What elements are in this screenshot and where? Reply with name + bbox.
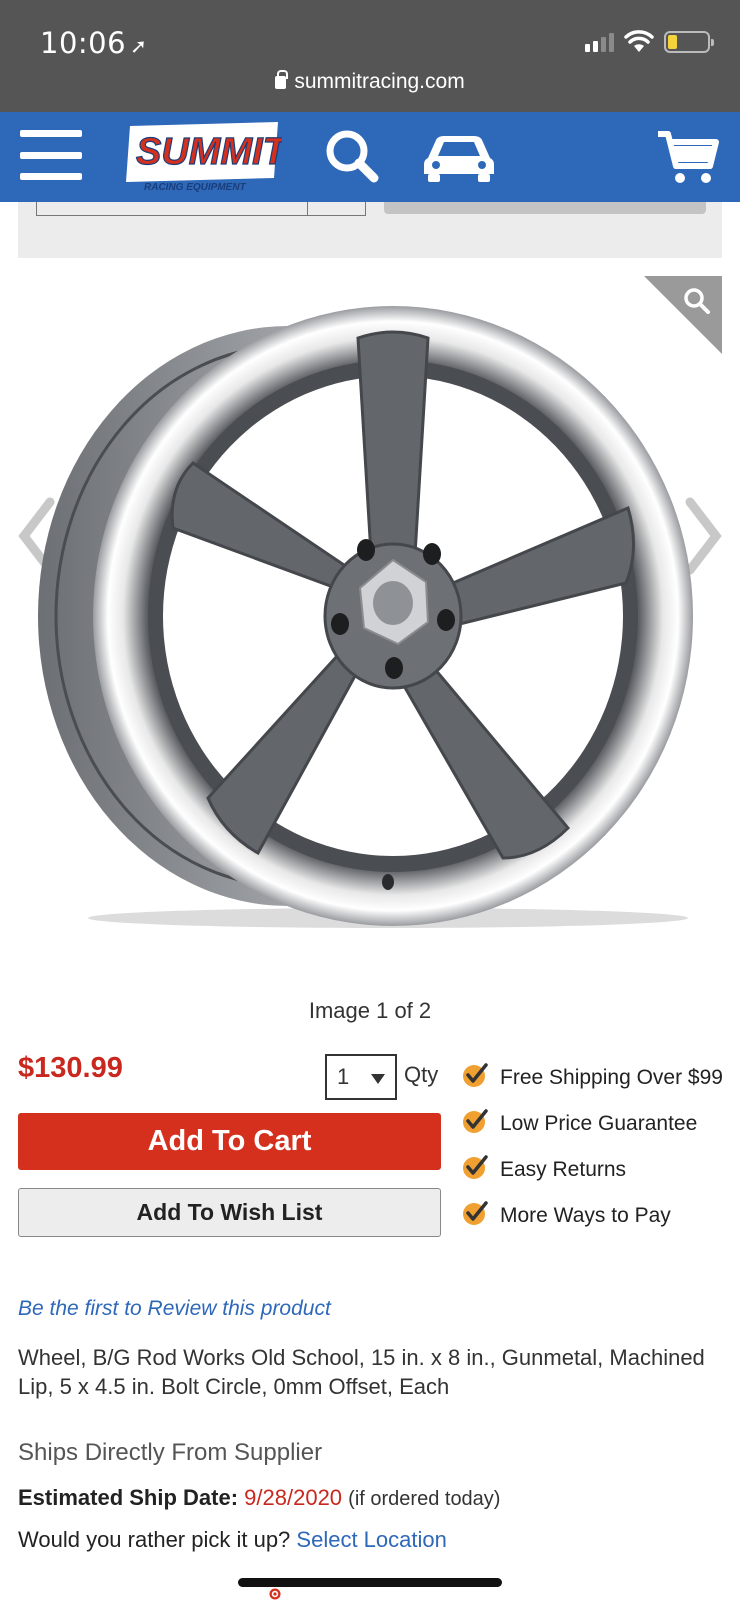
benefit-item: Easy Returns	[462, 1154, 732, 1185]
summit-logo[interactable]: SUMMIT RACING EQUIPMENT	[122, 120, 282, 194]
benefit-label: More Ways to Pay	[500, 1204, 671, 1227]
vehicle-select-button[interactable]	[384, 202, 706, 214]
wheel-product-image[interactable]	[28, 298, 708, 938]
add-to-cart-button[interactable]: Add To Cart	[18, 1113, 441, 1170]
benefit-item: Low Price Guarantee	[462, 1108, 732, 1139]
product-price: $130.99	[18, 1052, 123, 1084]
status-bar: 10:06 ➚ summitracing.com	[0, 0, 740, 112]
product-image-gallery	[0, 270, 740, 960]
quantity-value: 1	[337, 1064, 350, 1089]
benefit-label: Free Shipping Over $99	[500, 1066, 723, 1089]
checkmark-icon	[463, 1063, 488, 1087]
checkmark-icon	[463, 1155, 488, 1179]
vehicle-select-field[interactable]	[36, 202, 366, 216]
clock: 10:06 ➚	[40, 26, 147, 60]
shipping-heading: Ships Directly From Supplier	[18, 1439, 323, 1466]
site-header: SUMMIT RACING EQUIPMENT	[0, 112, 740, 202]
address-bar[interactable]: summitracing.com	[0, 70, 740, 94]
store-pickup: Would you rather pick it up? Select Loca…	[18, 1527, 447, 1553]
quantity-select[interactable]: 1	[325, 1054, 397, 1100]
ship-date-value: 9/28/2020	[244, 1485, 343, 1510]
quantity-label: Qty	[404, 1062, 439, 1087]
ship-date-note: (if ordered today)	[348, 1488, 501, 1510]
write-review-link[interactable]: Be the first to Review this product	[18, 1297, 331, 1321]
dropdown-caret-icon	[371, 1074, 385, 1084]
cart-icon[interactable]	[656, 128, 720, 186]
product-description: Wheel, B/G Rod Works Old School, 15 in. …	[18, 1345, 705, 1399]
benefit-label: Easy Returns	[500, 1158, 627, 1181]
checkmark-icon	[463, 1201, 488, 1225]
estimated-ship-date: Estimated Ship Date: 9/28/2020 (if order…	[18, 1485, 500, 1511]
logo-wordmark: SUMMIT	[136, 131, 282, 173]
url-text: summitracing.com	[294, 70, 465, 93]
select-location-link[interactable]: Select Location	[296, 1527, 446, 1552]
location-arrow-icon: ➚	[130, 34, 148, 58]
status-icons	[585, 30, 714, 54]
cellular-signal-icon	[585, 32, 614, 52]
clock-time: 10:06	[40, 26, 127, 60]
target-icon	[269, 1588, 281, 1600]
benefit-item: More Ways to Pay	[462, 1200, 732, 1231]
add-to-wish-list-button[interactable]: Add To Wish List	[18, 1188, 441, 1237]
wifi-icon	[624, 30, 654, 52]
pickup-question: Would you rather pick it up?	[18, 1527, 291, 1552]
image-counter: Image 1 of 2	[308, 998, 432, 1023]
lock-icon	[275, 70, 289, 89]
search-icon[interactable]	[322, 126, 382, 186]
benefits-list: Free Shipping Over $99 Low Price Guarant…	[462, 1062, 732, 1246]
vehicle-selector-panel	[18, 202, 722, 258]
benefit-label: Low Price Guarantee	[500, 1112, 698, 1135]
checkmark-icon	[463, 1109, 488, 1133]
menu-icon[interactable]	[20, 130, 82, 180]
battery-icon	[664, 31, 714, 53]
logo-subtext: RACING EQUIPMENT	[144, 182, 247, 193]
vehicle-icon[interactable]	[422, 128, 496, 184]
ship-date-label: Estimated Ship Date:	[18, 1485, 239, 1510]
home-indicator[interactable]	[238, 1578, 502, 1587]
benefit-item: Free Shipping Over $99	[462, 1062, 732, 1093]
